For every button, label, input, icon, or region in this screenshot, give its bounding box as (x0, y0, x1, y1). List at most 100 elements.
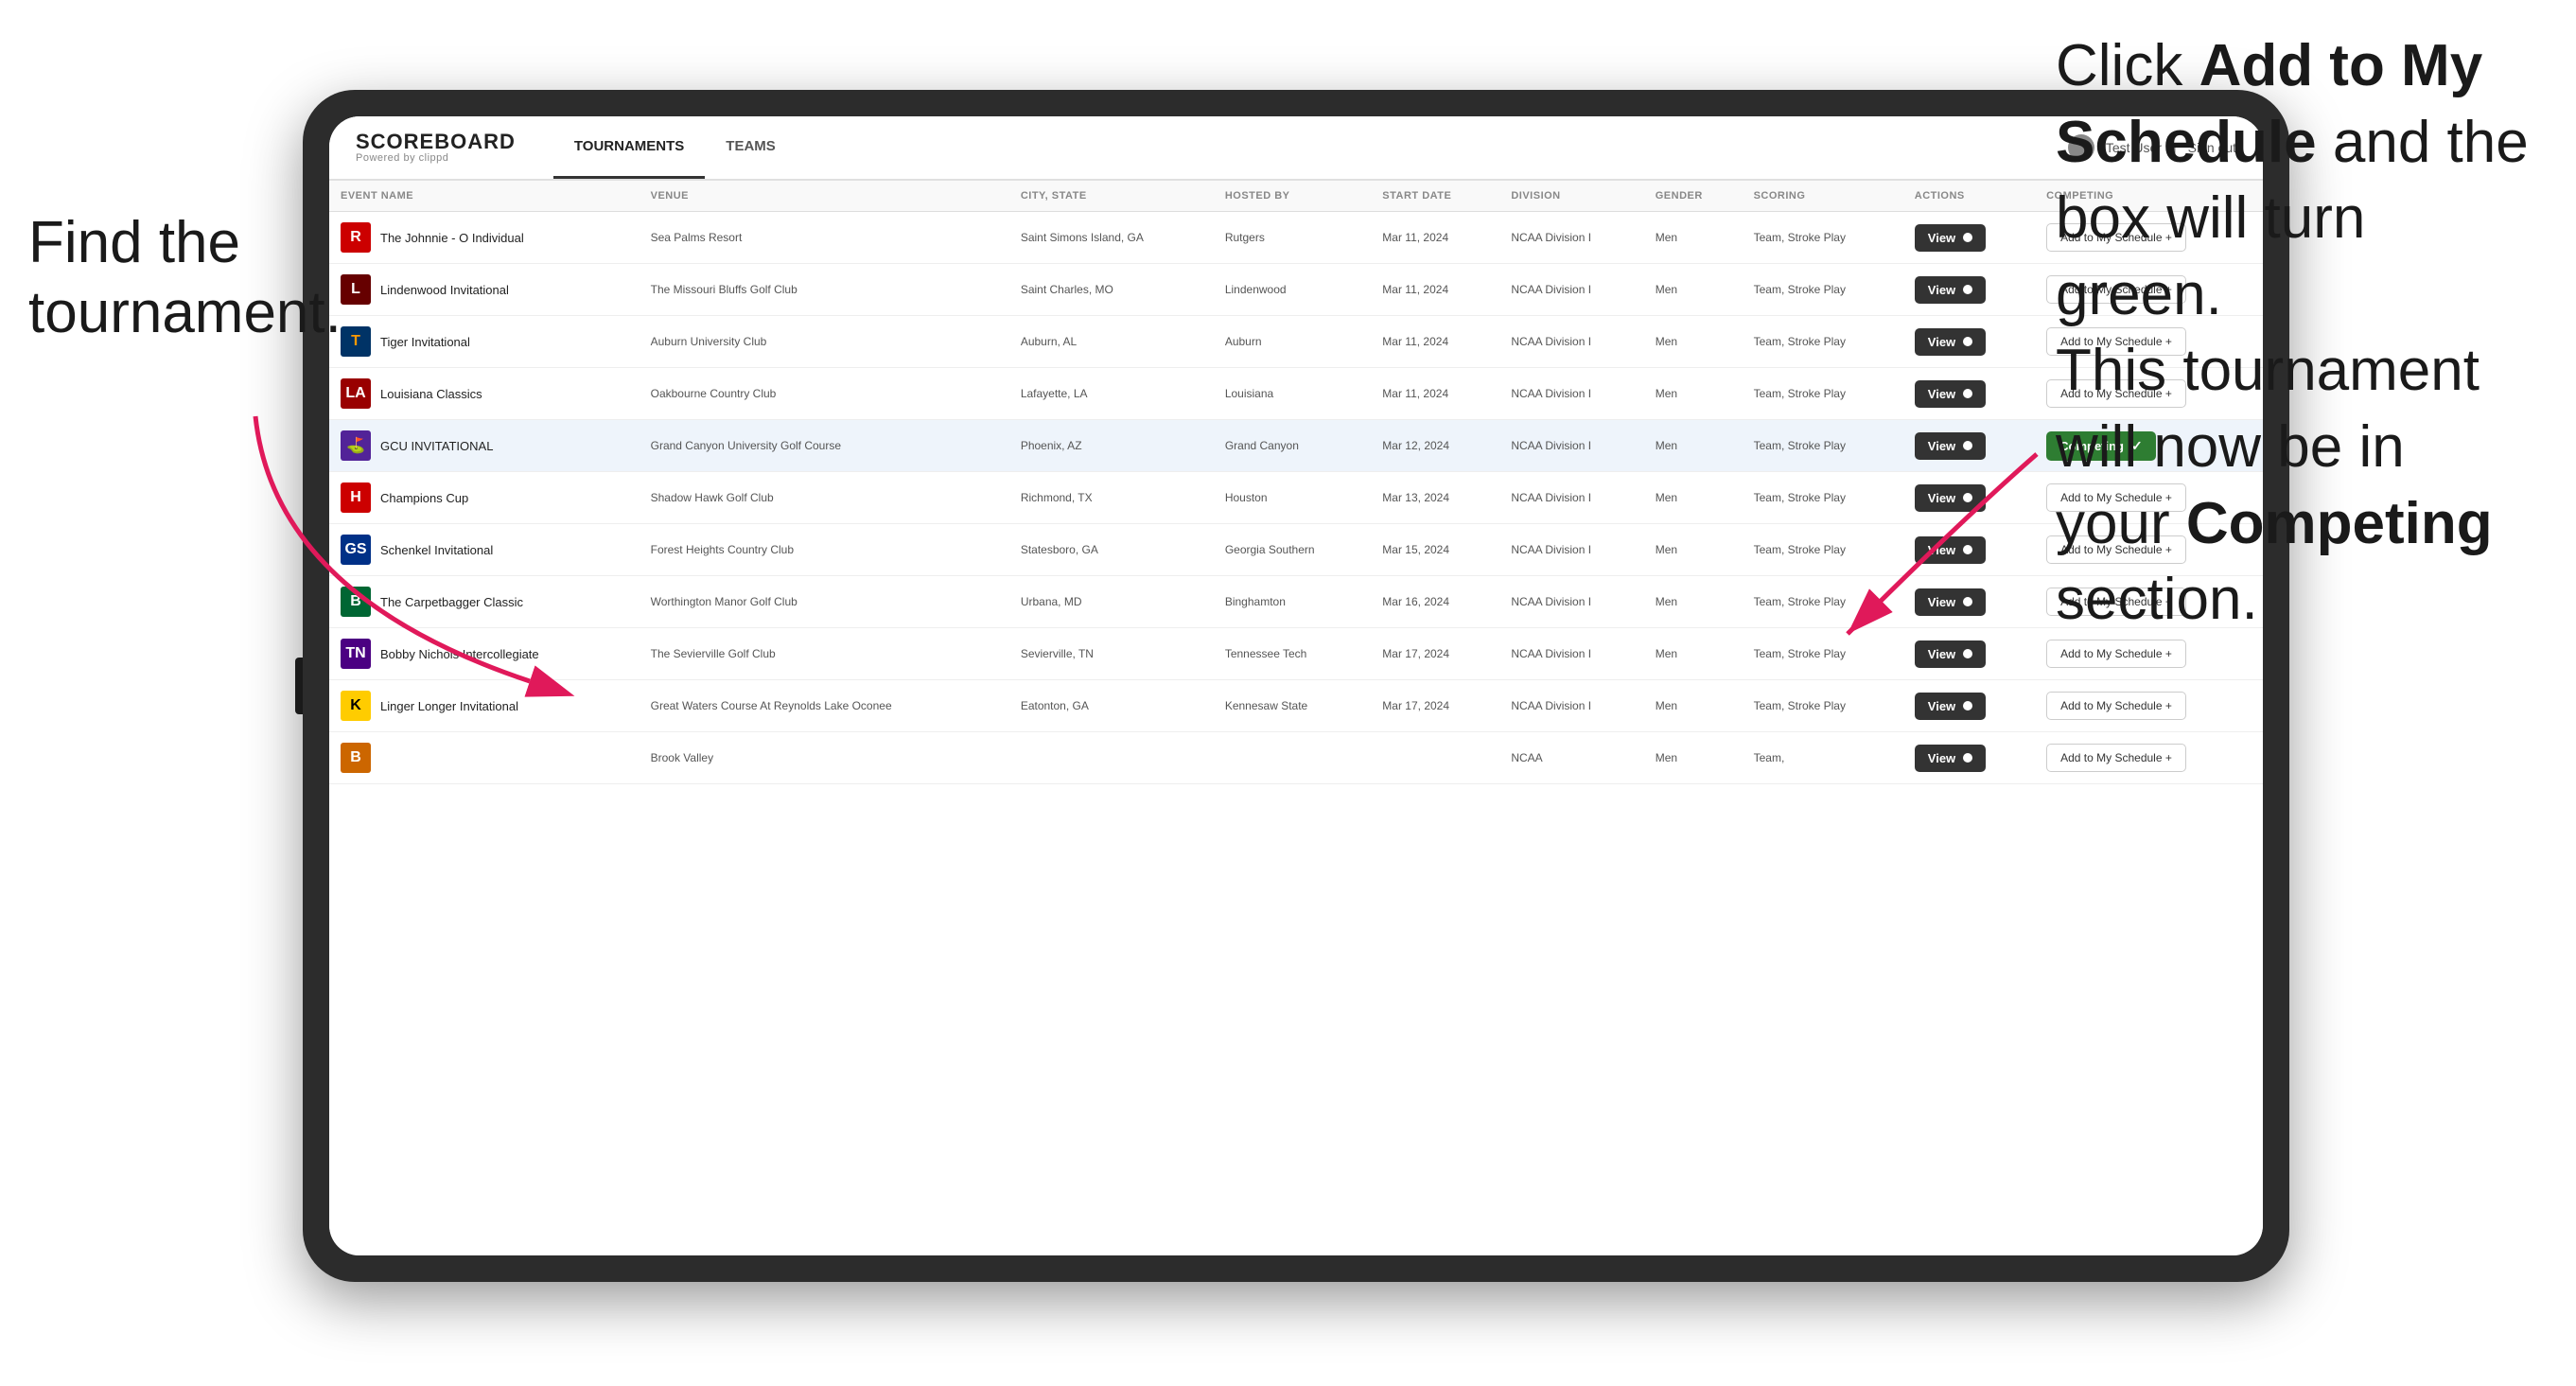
division-cell: NCAA (1499, 732, 1643, 784)
tab-teams[interactable]: TEAMS (705, 116, 797, 179)
view-button[interactable]: View (1915, 380, 1986, 408)
venue-cell: Brook Valley (640, 732, 1009, 784)
view-button[interactable]: View (1915, 693, 1986, 720)
col-division: DIVISION (1499, 181, 1643, 212)
division-cell: NCAA Division I (1499, 264, 1643, 316)
division-cell: NCAA Division I (1499, 472, 1643, 524)
venue-cell: Sea Palms Resort (640, 212, 1009, 264)
venue-cell: Shadow Hawk Golf Club (640, 472, 1009, 524)
col-venue: VENUE (640, 181, 1009, 212)
city-state-cell: Urbana, MD (1009, 576, 1214, 628)
team-logo: R (341, 222, 371, 253)
hosted-by-cell: Georgia Southern (1214, 524, 1371, 576)
gender-cell: Men (1644, 420, 1743, 472)
start-date-cell: Mar 15, 2024 (1371, 524, 1499, 576)
gender-cell: Men (1644, 732, 1743, 784)
add-to-schedule-button[interactable]: Add to My Schedule + (2046, 744, 2186, 772)
start-date-cell: Mar 11, 2024 (1371, 212, 1499, 264)
hosted-by-cell: Houston (1214, 472, 1371, 524)
scoring-cell: Team, Stroke Play (1743, 680, 1903, 732)
division-cell: NCAA Division I (1499, 212, 1643, 264)
team-logo: L (341, 274, 371, 305)
tablet-screen: SCOREBOARD Powered by clippd TOURNAMENTS… (329, 116, 2263, 1255)
annotation-right: Click Add to MySchedule and thebox will … (2056, 28, 2548, 639)
city-state-cell: Saint Charles, MO (1009, 264, 1214, 316)
start-date-cell: Mar 16, 2024 (1371, 576, 1499, 628)
gender-cell: Men (1644, 524, 1743, 576)
venue-cell: Worthington Manor Golf Club (640, 576, 1009, 628)
event-name: Tiger Invitational (380, 335, 470, 349)
col-scoring: SCORING (1743, 181, 1903, 212)
venue-cell: Auburn University Club (640, 316, 1009, 368)
venue-cell: The Missouri Bluffs Golf Club (640, 264, 1009, 316)
city-state-cell: Statesboro, GA (1009, 524, 1214, 576)
start-date-cell: Mar 11, 2024 (1371, 264, 1499, 316)
hosted-by-cell (1214, 732, 1371, 784)
city-state-cell: Auburn, AL (1009, 316, 1214, 368)
view-button[interactable]: View (1915, 276, 1986, 304)
team-logo: T (341, 326, 371, 357)
scoring-cell: Team, Stroke Play (1743, 264, 1903, 316)
tab-tournaments[interactable]: TOURNAMENTS (553, 116, 705, 179)
venue-cell: Great Waters Course At Reynolds Lake Oco… (640, 680, 1009, 732)
gender-cell: Men (1644, 212, 1743, 264)
competing-cell: Add to My Schedule + (2035, 732, 2263, 784)
start-date-cell: Mar 17, 2024 (1371, 628, 1499, 680)
add-to-schedule-button[interactable]: Add to My Schedule + (2046, 692, 2186, 720)
table-row: K Linger Longer Invitational Great Water… (329, 680, 2263, 732)
gender-cell: Men (1644, 628, 1743, 680)
col-start-date: START DATE (1371, 181, 1499, 212)
table-header-row: EVENT NAME VENUE CITY, STATE HOSTED BY S… (329, 181, 2263, 212)
tablet-device: SCOREBOARD Powered by clippd TOURNAMENTS… (303, 90, 2289, 1282)
start-date-cell: Mar 12, 2024 (1371, 420, 1499, 472)
city-state-cell: Eatonton, GA (1009, 680, 1214, 732)
start-date-cell: Mar 17, 2024 (1371, 680, 1499, 732)
annotation-left: Find thetournament. (28, 208, 342, 349)
division-cell: NCAA Division I (1499, 316, 1643, 368)
division-cell: NCAA Division I (1499, 628, 1643, 680)
app-subtitle: Powered by clippd (356, 152, 448, 164)
venue-cell: Grand Canyon University Golf Course (640, 420, 1009, 472)
table-row: B Brook ValleyNCAAMenTeam, View Add to M… (329, 732, 2263, 784)
hosted-by-cell: Kennesaw State (1214, 680, 1371, 732)
arrow-left-indicator (218, 407, 577, 710)
add-label: Add to My Schedule + (2060, 647, 2172, 660)
actions-cell: View (1903, 212, 2035, 264)
add-label: Add to My Schedule + (2060, 699, 2172, 712)
gender-cell: Men (1644, 264, 1743, 316)
event-name: The Johnnie - O Individual (380, 231, 524, 245)
actions-cell: View (1903, 264, 2035, 316)
team-logo: LA (341, 378, 371, 409)
event-name: Louisiana Classics (380, 387, 482, 401)
event-name-cell: T Tiger Invitational (329, 316, 640, 368)
app-header: SCOREBOARD Powered by clippd TOURNAMENTS… (329, 116, 2263, 181)
start-date-cell (1371, 732, 1499, 784)
actions-cell: View (1903, 732, 2035, 784)
col-actions: ACTIONS (1903, 181, 2035, 212)
table-row: T Tiger Invitational Auburn University C… (329, 316, 2263, 368)
tournaments-table-container: EVENT NAME VENUE CITY, STATE HOSTED BY S… (329, 181, 2263, 1255)
hosted-by-cell: Binghamton (1214, 576, 1371, 628)
hosted-by-cell: Tennessee Tech (1214, 628, 1371, 680)
start-date-cell: Mar 11, 2024 (1371, 368, 1499, 420)
view-button[interactable]: View (1915, 745, 1986, 772)
scoring-cell: Team, Stroke Play (1743, 212, 1903, 264)
view-button[interactable]: View (1915, 224, 1986, 252)
table-row: R The Johnnie - O Individual Sea Palms R… (329, 212, 2263, 264)
city-state-cell: Saint Simons Island, GA (1009, 212, 1214, 264)
venue-cell: The Sevierville Golf Club (640, 628, 1009, 680)
view-button[interactable]: View (1915, 328, 1986, 356)
actions-cell: View (1903, 680, 2035, 732)
hosted-by-cell: Lindenwood (1214, 264, 1371, 316)
city-state-cell: Richmond, TX (1009, 472, 1214, 524)
city-state-cell: Lafayette, LA (1009, 368, 1214, 420)
event-name-cell: L Lindenwood Invitational (329, 264, 640, 316)
division-cell: NCAA Division I (1499, 576, 1643, 628)
hosted-by-cell: Louisiana (1214, 368, 1371, 420)
gender-cell: Men (1644, 472, 1743, 524)
venue-cell: Forest Heights Country Club (640, 524, 1009, 576)
division-cell: NCAA Division I (1499, 680, 1643, 732)
division-cell: NCAA Division I (1499, 420, 1643, 472)
team-logo: B (341, 743, 371, 773)
event-name-cell: R The Johnnie - O Individual (329, 212, 640, 264)
